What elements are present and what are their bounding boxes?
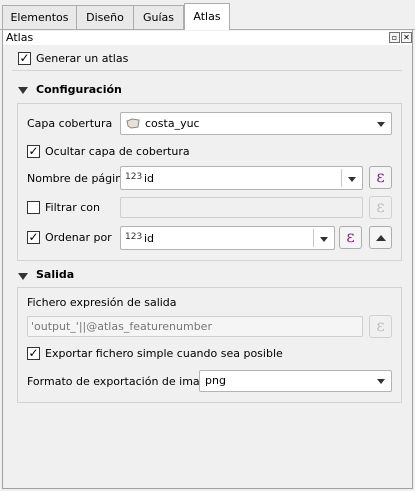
- ordenar-label: Ordenar por: [45, 231, 112, 244]
- separator: [313, 229, 314, 247]
- collapse-triangle-icon[interactable]: [18, 87, 28, 94]
- filtrar-label: Filtrar con: [45, 201, 100, 214]
- fichero-expression-button[interactable]: ε: [369, 315, 392, 338]
- capa-cobertura-combo[interactable]: costa_yuc: [120, 112, 392, 135]
- chevron-down-icon: [377, 122, 385, 127]
- tab-guias[interactable]: Guías: [133, 5, 184, 29]
- collapse-triangle-icon[interactable]: [18, 273, 28, 280]
- ordenar-expression-button[interactable]: ε: [339, 226, 362, 249]
- fichero-expresion-label: Fichero expresión de salida: [27, 296, 177, 309]
- tab-label: Guías: [142, 11, 175, 24]
- ordenar-field[interactable]: 123 id: [120, 226, 335, 250]
- configuracion-header[interactable]: Configuración: [36, 83, 122, 97]
- integer-type-icon: 123: [125, 172, 143, 182]
- generar-atlas-label: Generar un atlas: [36, 52, 129, 65]
- filtrar-expression-button[interactable]: ε: [369, 196, 392, 219]
- formato-exportacion-label: Formato de exportación de imagen: [27, 375, 221, 388]
- tab-label: Elementos: [10, 11, 69, 24]
- ordenar-checkbox[interactable]: ✓: [27, 231, 40, 244]
- capa-cobertura-value: costa_yuc: [145, 117, 200, 130]
- exportar-simple-label: Exportar fichero simple cuando sea posib…: [45, 347, 283, 360]
- chevron-down-icon: [320, 237, 328, 242]
- sort-ascending-icon: [376, 235, 386, 241]
- fichero-expresion-value: 'output_'||@atlas_featurenumber: [31, 320, 212, 333]
- close-icon[interactable]: ✕: [401, 32, 412, 43]
- ocultar-capa-checkbox[interactable]: ✓: [27, 145, 40, 158]
- polygon-layer-icon: [126, 118, 140, 129]
- formato-exportacion-combo[interactable]: png: [199, 370, 392, 392]
- formato-exportacion-value: png: [205, 374, 226, 387]
- tab-elementos[interactable]: Elementos: [2, 5, 77, 29]
- expression-icon: ε: [346, 227, 355, 246]
- fichero-expresion-input[interactable]: 'output_'||@atlas_featurenumber: [27, 316, 363, 337]
- panel-titlebar: Atlas ▫ ✕: [3, 31, 412, 45]
- nombre-pagina-label: Nombre de página: [27, 172, 129, 185]
- filtrar-input[interactable]: [120, 197, 363, 218]
- expression-button[interactable]: ε: [369, 166, 392, 189]
- salida-header[interactable]: Salida: [36, 268, 74, 282]
- tab-diseno[interactable]: Diseño: [76, 5, 134, 29]
- chevron-down-icon: [348, 177, 356, 182]
- expression-icon: ε: [376, 197, 385, 216]
- ordenar-value: id: [144, 232, 155, 245]
- panel-title: Atlas: [6, 31, 34, 44]
- float-icon[interactable]: ▫: [389, 32, 400, 43]
- sort-ascending-button[interactable]: [369, 226, 392, 249]
- integer-type-icon: 123: [125, 232, 143, 242]
- expression-icon: ε: [376, 316, 385, 335]
- expression-icon: ε: [376, 167, 385, 186]
- generar-atlas-checkbox[interactable]: ✓: [18, 52, 31, 65]
- tab-label: Diseño: [86, 11, 124, 24]
- separator: [341, 169, 342, 187]
- tab-atlas[interactable]: Atlas: [184, 3, 230, 30]
- filtrar-checkbox[interactable]: [27, 201, 40, 214]
- tab-bar: Elementos Diseño Guías Atlas: [0, 0, 415, 30]
- nombre-pagina-value: id: [144, 172, 155, 185]
- exportar-simple-checkbox[interactable]: ✓: [27, 347, 40, 360]
- ocultar-capa-label: Ocultar capa de cobertura: [45, 145, 190, 158]
- capa-cobertura-label: Capa cobertura: [27, 117, 113, 130]
- chevron-down-icon: [377, 379, 385, 384]
- nombre-pagina-field[interactable]: 123 id: [120, 166, 363, 190]
- tab-label: Atlas: [193, 10, 221, 23]
